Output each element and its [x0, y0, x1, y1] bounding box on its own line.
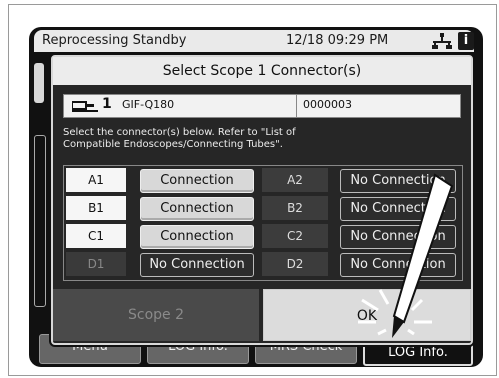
- connector-d2-label: D2: [262, 252, 328, 276]
- connector-b2-label: B2: [262, 196, 328, 220]
- dialog-title: Select Scope 1 Connector(s): [53, 57, 471, 85]
- connector-b2-button[interactable]: No Connection: [340, 197, 456, 221]
- scope-info-row: 1 GIF-Q180 0000003: [63, 94, 461, 118]
- scope-serial: 0000003: [303, 98, 352, 111]
- instruction-line-1: Select the connector(s) below. Refer to …: [63, 127, 296, 138]
- connector-a2-label: A2: [262, 168, 328, 192]
- connector-c1-button[interactable]: Connection: [140, 225, 254, 249]
- connector-c2-button[interactable]: No Connection: [340, 225, 456, 249]
- select-connector-dialog: Select Scope 1 Connector(s) 1 GIF-Q180 0…: [51, 55, 473, 345]
- instruction-line-2: Compatible Endoscopes/Connecting Tubes".: [63, 139, 283, 150]
- status-datetime: 12/18 09:29 PM: [286, 33, 389, 48]
- connector-b1-label: B1: [66, 196, 126, 220]
- connector-c1-label: C1: [66, 224, 126, 248]
- connector-d2-button[interactable]: No Connection: [340, 253, 456, 277]
- connector-grid: A1 Connection A2 No Connection B1 Connec…: [63, 165, 463, 281]
- scope2-button[interactable]: Scope 2: [53, 289, 259, 341]
- info-icon[interactable]: i: [458, 32, 474, 50]
- connector-c2-label: C2: [262, 224, 328, 248]
- status-title: Reprocessing Standby: [42, 33, 187, 48]
- scope-icon: [72, 101, 98, 112]
- connector-a1-label: A1: [66, 168, 126, 192]
- connector-a2-button[interactable]: No Connection: [340, 169, 456, 193]
- scope-number: 1: [102, 96, 112, 112]
- network-icon: [432, 33, 452, 49]
- left-edge-panel: [34, 135, 46, 307]
- connector-d1-button[interactable]: No Connection: [140, 253, 254, 277]
- scope-model: GIF-Q180: [122, 98, 175, 111]
- instruction-text: Select the connector(s) below. Refer to …: [63, 127, 463, 151]
- log-info-right-tab-label: LOG Info.: [388, 345, 448, 360]
- connector-b1-button[interactable]: Connection: [140, 197, 254, 221]
- ok-button[interactable]: OK: [263, 289, 471, 341]
- connector-d1-label: D1: [66, 252, 126, 276]
- status-bar: Reprocessing Standby 12/18 09:29 PM i: [34, 30, 474, 52]
- left-edge-tab: [34, 63, 44, 103]
- connector-a1-button[interactable]: Connection: [140, 169, 254, 193]
- scope-serial-box: 0000003: [296, 95, 461, 117]
